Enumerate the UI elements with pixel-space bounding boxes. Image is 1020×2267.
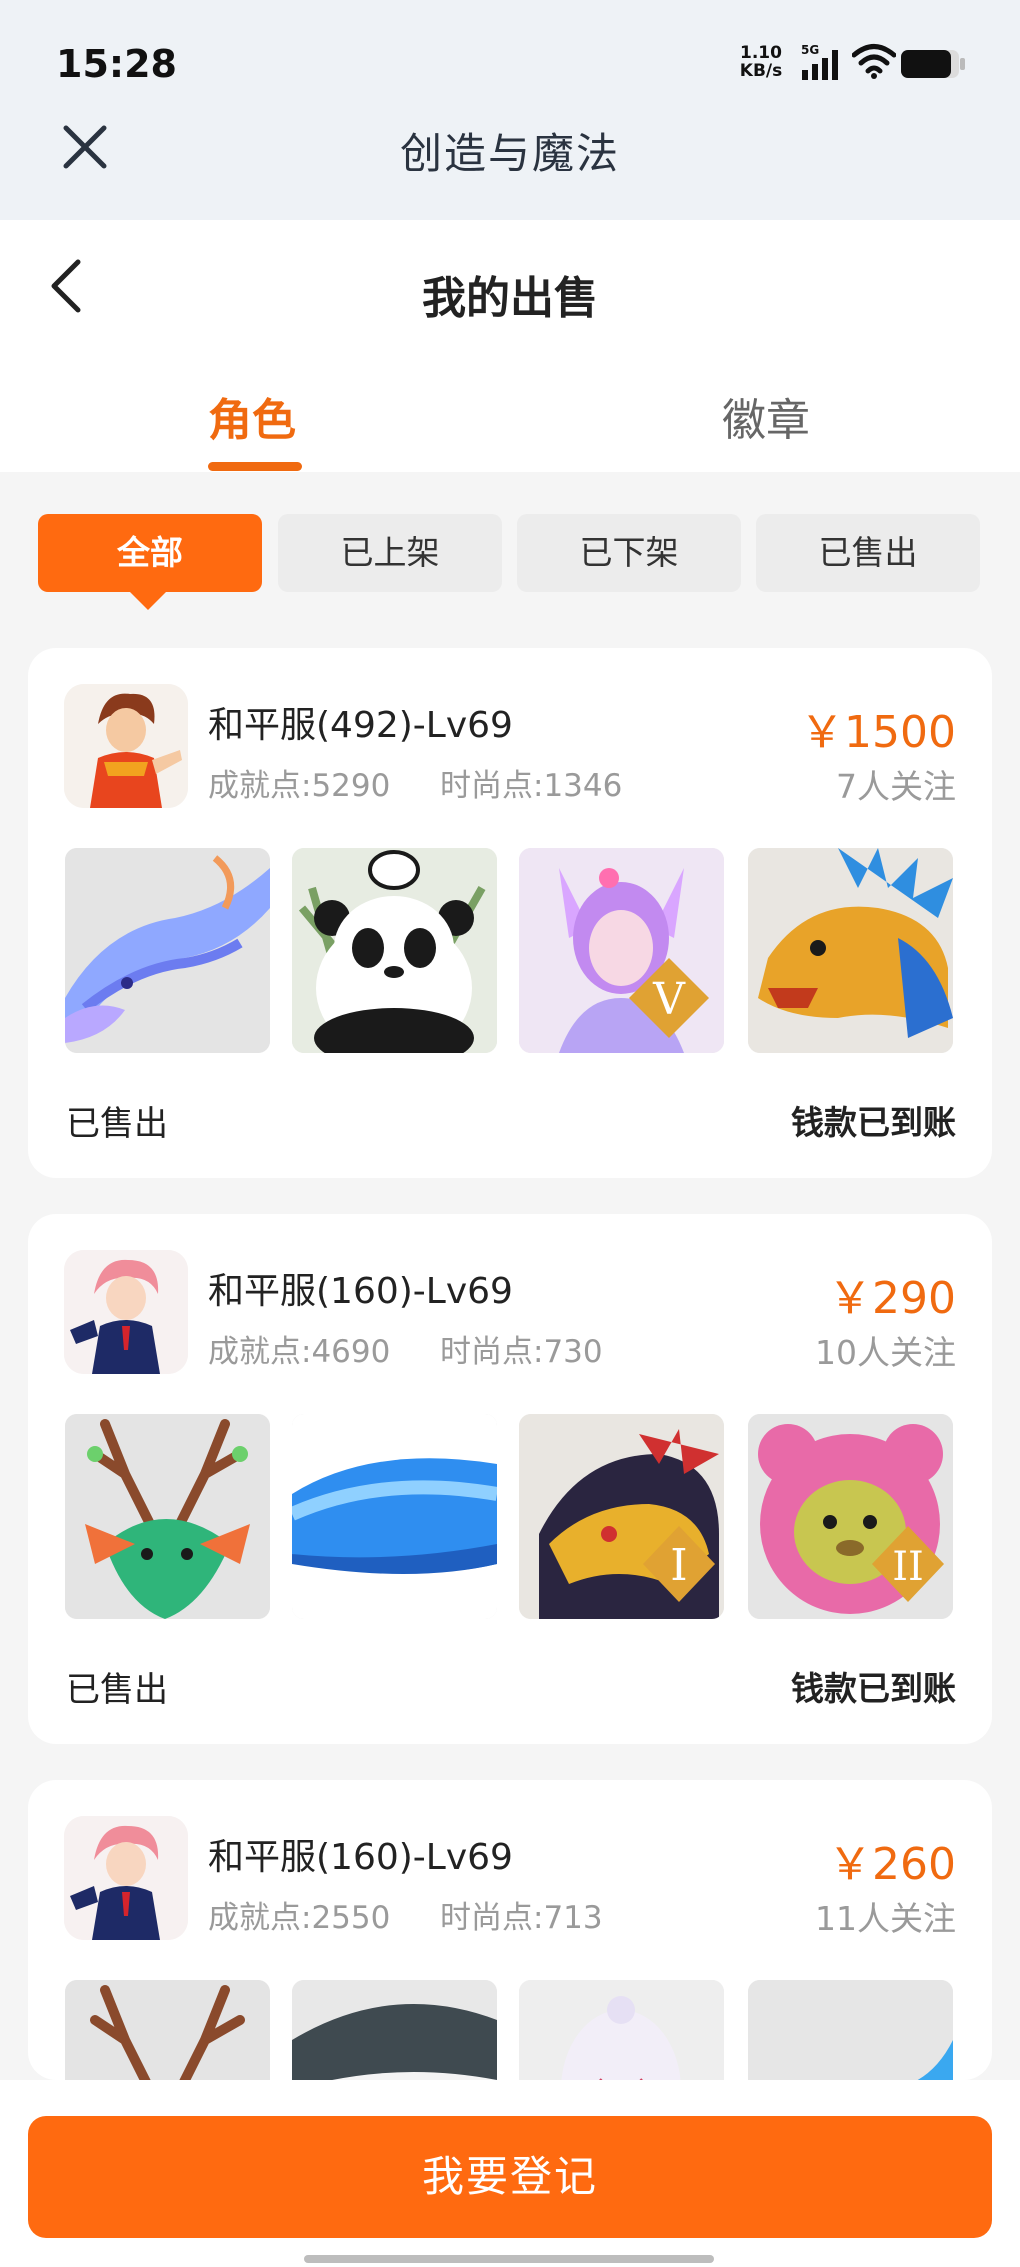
app-title: 创造与魔法	[399, 129, 620, 178]
active-tab-indicator	[208, 462, 302, 471]
fashion-points: 时尚点:1346	[440, 768, 623, 804]
network-speed: 1.10 KB/s	[738, 44, 784, 80]
follower-count: 7人关注	[836, 767, 956, 806]
server-level: 和平服(492)-Lv69	[208, 705, 513, 746]
character-avatar	[64, 684, 188, 808]
server-level: 和平服(160)-Lv69	[208, 1837, 513, 1878]
listing-card[interactable]: 和平服(160)-Lv69 成就点:2550 时尚点:713 ￥260 11人关…	[28, 1780, 992, 2080]
rarity-badge: I	[670, 1540, 687, 1591]
bear-hood-icon[interactable]: II	[748, 1414, 953, 1619]
fox-girl-icon[interactable]: V	[519, 848, 724, 1053]
home-indicator	[304, 2255, 714, 2263]
water-dragon-icon[interactable]	[748, 1980, 953, 2080]
rarity-badge: V	[652, 974, 686, 1025]
price: ￥1500	[800, 707, 956, 758]
fashion-points: 时尚点:713	[440, 1900, 603, 1936]
panda-icon[interactable]	[292, 848, 497, 1053]
listing-status: 已售出	[66, 1104, 168, 1144]
signal-label: 5G	[801, 43, 819, 57]
page-header	[0, 220, 1020, 472]
filter-all[interactable]: 全部	[38, 514, 262, 592]
whale-icon[interactable]	[292, 1414, 497, 1619]
character-avatar	[64, 1816, 188, 1940]
listing-card[interactable]: 和平服(492)-Lv69 成就点:5290 时尚点:1346 ￥1500 7人…	[28, 648, 992, 1178]
fire-dragon-icon[interactable]	[748, 848, 953, 1053]
rarity-badge: II	[892, 1544, 924, 1590]
wifi-icon	[852, 44, 896, 79]
follower-count: 11人关注	[815, 1899, 956, 1938]
achievement-points: 成就点:4690	[208, 1334, 391, 1370]
page-title: 我的出售	[422, 273, 598, 324]
gold-dragon-icon[interactable]: I	[519, 1414, 724, 1619]
filter-listed[interactable]: 已上架	[278, 514, 502, 592]
network-speed-value: 1.10	[740, 43, 782, 63]
active-filter-caret	[126, 588, 170, 610]
register-button[interactable]: 我要登记	[28, 2116, 992, 2238]
achievement-points: 成就点:2550	[208, 1900, 391, 1936]
price: ￥260	[828, 1839, 956, 1890]
tab-badge[interactable]: 徽章	[722, 384, 810, 448]
server-level: 和平服(160)-Lv69	[208, 1271, 513, 1312]
status-time: 15:28	[56, 42, 177, 86]
listing-card[interactable]: 和平服(160)-Lv69 成就点:4690 时尚点:730 ￥290 10人关…	[28, 1214, 992, 1744]
cell-signal-icon: 5G	[801, 43, 838, 80]
tab-role[interactable]: 角色	[208, 384, 296, 448]
listing-status: 已售出	[66, 1670, 168, 1710]
price: ￥290	[828, 1273, 956, 1324]
green-deer-icon[interactable]	[65, 1980, 270, 2080]
character-avatar	[64, 1250, 188, 1374]
network-speed-unit: KB/s	[739, 61, 783, 81]
achievement-points: 成就点:5290	[208, 768, 391, 804]
shark-icon[interactable]	[292, 1980, 497, 2080]
settlement-status: 钱款已到账	[791, 1669, 956, 1708]
filter-sold[interactable]: 已售出	[756, 514, 980, 592]
blue-dragon-icon[interactable]	[65, 848, 270, 1053]
follower-count: 10人关注	[815, 1333, 956, 1372]
green-deer-icon[interactable]	[65, 1414, 270, 1619]
white-spirit-icon[interactable]	[519, 1980, 724, 2080]
settlement-status: 钱款已到账	[791, 1103, 956, 1142]
filter-delisted[interactable]: 已下架	[517, 514, 741, 592]
battery-icon	[901, 50, 965, 78]
fashion-points: 时尚点:730	[440, 1334, 603, 1370]
